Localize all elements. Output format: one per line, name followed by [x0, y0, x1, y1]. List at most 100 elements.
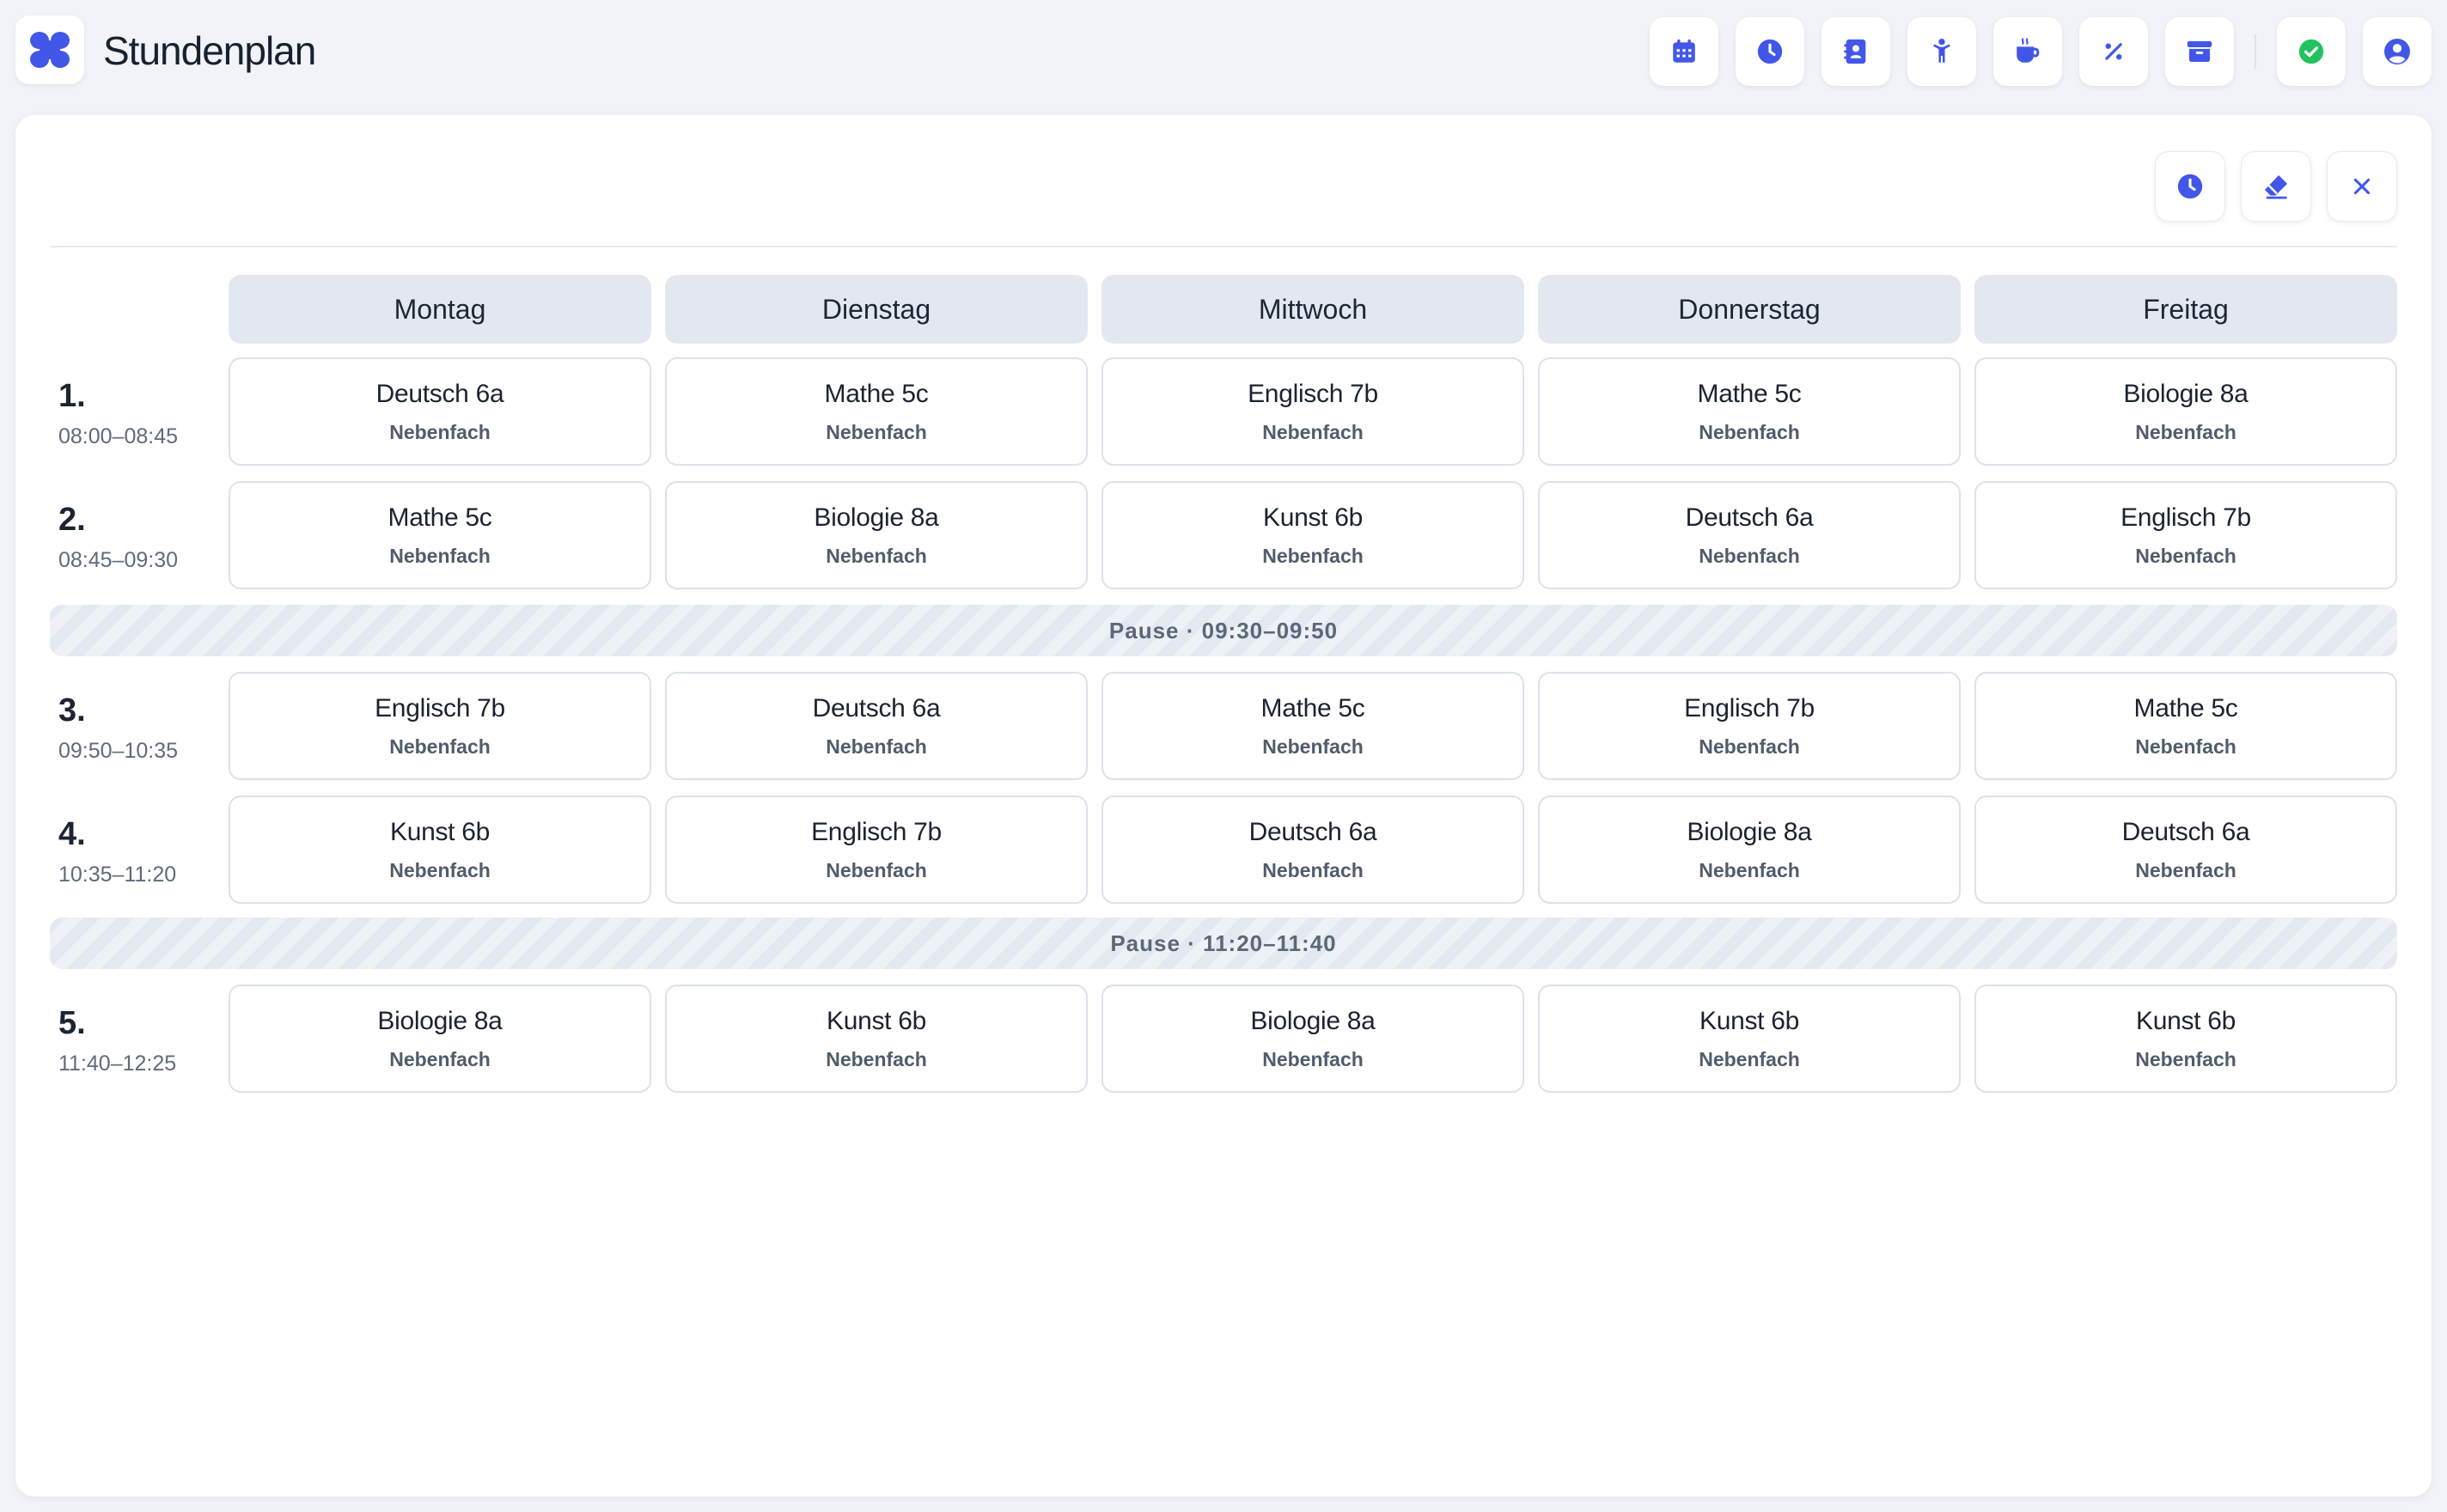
- lesson-subject: Deutsch 6a: [1685, 503, 1814, 532]
- lesson-subject: Deutsch 6a: [1248, 817, 1377, 846]
- lesson-cell[interactable]: Deutsch 6a Nebenfach: [1974, 796, 2397, 904]
- check-circle-icon: [2298, 39, 2324, 64]
- period-label: 5. 11:40–12:25: [58, 1007, 230, 1076]
- contacts-button[interactable]: [1822, 17, 1890, 86]
- day-header-donnerstag: Donnerstag: [1538, 275, 1961, 344]
- lesson-type: Nebenfach: [389, 858, 491, 881]
- lesson-cell[interactable]: Deutsch 6a Nebenfach: [229, 357, 651, 466]
- close-icon: [2353, 178, 2371, 195]
- lesson-type: Nebenfach: [1699, 420, 1800, 443]
- lesson-subject: Mathe 5c: [2133, 693, 2238, 722]
- toolbar-divider: [2255, 34, 2256, 69]
- lesson-cell[interactable]: Deutsch 6a Nebenfach: [665, 672, 1088, 780]
- card-divider: [50, 246, 2397, 247]
- clock-icon: [1757, 39, 1783, 64]
- lesson-type: Nebenfach: [2135, 544, 2236, 567]
- lesson-cell[interactable]: Biologie 8a Nebenfach: [1974, 357, 2397, 466]
- lesson-subject: Biologie 8a: [814, 503, 939, 532]
- pause-bar: Pause · 09:30–09:50: [50, 605, 2397, 656]
- day-header-montag: Montag: [229, 275, 651, 344]
- period-label: 4. 10:35–11:20: [58, 818, 230, 887]
- lesson-type: Nebenfach: [1262, 420, 1364, 443]
- lesson-cell[interactable]: Biologie 8a Nebenfach: [1101, 985, 1524, 1093]
- lesson-subject: Biologie 8a: [2123, 379, 2249, 408]
- coffee-button[interactable]: [1993, 17, 2062, 86]
- app-header: Stundenplan: [15, 15, 2432, 88]
- user-circle-icon: [2384, 39, 2410, 64]
- child-button[interactable]: [1907, 17, 1976, 86]
- close-button[interactable]: [2327, 151, 2397, 222]
- lesson-type: Nebenfach: [389, 735, 491, 758]
- percent-icon: [2105, 43, 2122, 60]
- lesson-cell[interactable]: Englisch 7b Nebenfach: [665, 796, 1088, 904]
- period-time: 08:45–09:30: [58, 548, 179, 572]
- clock-button[interactable]: [1736, 17, 1804, 86]
- time-settings-button[interactable]: [2155, 151, 2225, 222]
- lesson-type: Nebenfach: [826, 735, 927, 758]
- lesson-cell[interactable]: Englisch 7b Nebenfach: [229, 672, 651, 780]
- lesson-cell[interactable]: Mathe 5c Nebenfach: [229, 481, 651, 589]
- period-time: 10:35–11:20: [58, 863, 177, 887]
- archive-icon: [2187, 40, 2212, 63]
- period-time: 08:00–08:45: [58, 424, 179, 448]
- lesson-cell[interactable]: Kunst 6b Nebenfach: [1538, 985, 1961, 1093]
- lesson-type: Nebenfach: [1699, 544, 1800, 567]
- lesson-subject: Englisch 7b: [1684, 693, 1815, 722]
- period-number: 1.: [58, 378, 86, 414]
- profile-button[interactable]: [2363, 17, 2432, 86]
- lesson-cell[interactable]: Deutsch 6a Nebenfach: [1538, 481, 1961, 589]
- lesson-subject: Biologie 8a: [1250, 1006, 1376, 1035]
- archive-button[interactable]: [2165, 17, 2234, 86]
- lesson-type: Nebenfach: [1699, 1047, 1800, 1070]
- lesson-cell[interactable]: Mathe 5c Nebenfach: [1538, 357, 1961, 466]
- lesson-cell[interactable]: Mathe 5c Nebenfach: [1101, 672, 1524, 780]
- lesson-subject: Mathe 5c: [1697, 379, 1802, 408]
- calendar-button[interactable]: [1650, 17, 1718, 86]
- period-label: 3. 09:50–10:35: [58, 694, 230, 764]
- lesson-cell[interactable]: Kunst 6b Nebenfach: [1974, 985, 2397, 1093]
- lesson-subject: Deutsch 6a: [812, 693, 941, 722]
- app-logo-icon[interactable]: [15, 15, 84, 84]
- period-label: 1. 08:00–08:45: [58, 380, 230, 449]
- timetable-card: Montag Dienstag Mittwoch Donnerstag Frei…: [15, 115, 2432, 1497]
- lesson-subject: Englisch 7b: [1248, 379, 1378, 408]
- period-number: 2.: [58, 502, 86, 538]
- lesson-cell[interactable]: Kunst 6b Nebenfach: [1101, 481, 1524, 589]
- lesson-cell[interactable]: Kunst 6b Nebenfach: [229, 796, 651, 904]
- lesson-type: Nebenfach: [389, 544, 491, 567]
- lesson-type: Nebenfach: [826, 858, 927, 881]
- lesson-cell[interactable]: Englisch 7b Nebenfach: [1538, 672, 1961, 780]
- lesson-cell[interactable]: Mathe 5c Nebenfach: [1974, 672, 2397, 780]
- day-header-dienstag: Dienstag: [665, 275, 1088, 344]
- lesson-subject: Kunst 6b: [2135, 1006, 2236, 1035]
- lesson-type: Nebenfach: [2135, 735, 2236, 758]
- lesson-subject: Englisch 7b: [375, 693, 505, 722]
- lesson-cell[interactable]: Englisch 7b Nebenfach: [1974, 481, 2397, 589]
- lesson-type: Nebenfach: [2135, 858, 2236, 881]
- day-header-freitag: Freitag: [1974, 275, 2397, 344]
- status-ok-button[interactable]: [2277, 17, 2346, 86]
- lesson-type: Nebenfach: [389, 1047, 491, 1070]
- clock-icon: [2177, 174, 2203, 199]
- lesson-cell[interactable]: Kunst 6b Nebenfach: [665, 985, 1088, 1093]
- lesson-subject: Kunst 6b: [389, 817, 491, 846]
- percent-button[interactable]: [2079, 17, 2148, 86]
- period-time: 11:40–12:25: [58, 1052, 177, 1076]
- clear-button[interactable]: [2241, 151, 2311, 222]
- lesson-type: Nebenfach: [826, 544, 927, 567]
- lesson-cell[interactable]: Biologie 8a Nebenfach: [1538, 796, 1961, 904]
- period-number: 4.: [58, 816, 86, 852]
- lesson-cell[interactable]: Biologie 8a Nebenfach: [665, 481, 1088, 589]
- lesson-cell[interactable]: Mathe 5c Nebenfach: [665, 357, 1088, 466]
- day-header-mittwoch: Mittwoch: [1101, 275, 1524, 344]
- period-number: 3.: [58, 692, 86, 729]
- lesson-cell[interactable]: Biologie 8a Nebenfach: [229, 985, 651, 1093]
- lesson-cell[interactable]: Deutsch 6a Nebenfach: [1101, 796, 1524, 904]
- lesson-cell[interactable]: Englisch 7b Nebenfach: [1101, 357, 1524, 466]
- period-number: 5.: [58, 1005, 86, 1041]
- calendar-icon: [1673, 39, 1695, 63]
- lesson-subject: Mathe 5c: [1260, 693, 1365, 722]
- lesson-subject: Biologie 8a: [1687, 817, 1812, 846]
- lesson-type: Nebenfach: [826, 1047, 927, 1070]
- lesson-type: Nebenfach: [1699, 858, 1800, 881]
